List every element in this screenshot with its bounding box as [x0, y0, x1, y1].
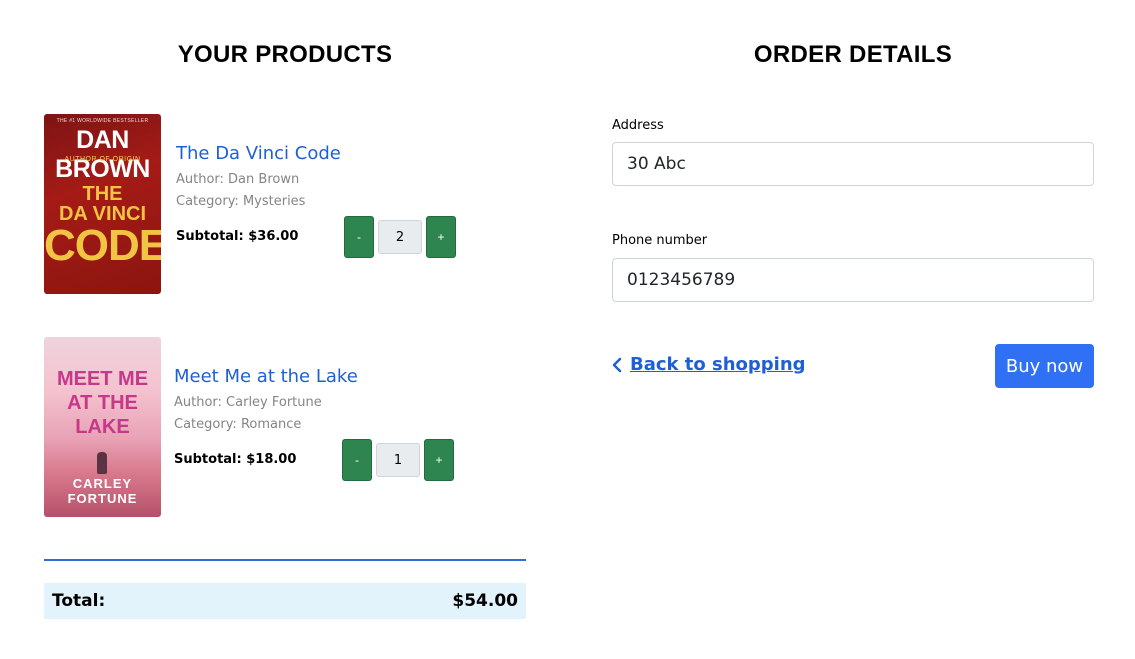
chevron-left-icon: [612, 357, 622, 372]
cover-author: DAN BROWN: [55, 126, 150, 183]
product-category: Category: Romance: [174, 417, 302, 432]
book-cover-image[interactable]: THE #1 WORLDWIDE BESTSELLER DAN BROWN AU…: [44, 114, 161, 294]
total-label: Total:: [52, 591, 106, 611]
back-link-label: Back to shopping: [630, 354, 806, 375]
total-divider: [44, 559, 526, 561]
increase-quantity-button[interactable]: +: [426, 216, 456, 258]
product-item: THE #1 WORLDWIDE BESTSELLER DAN BROWN AU…: [44, 114, 526, 296]
quantity-value: 1: [376, 443, 420, 477]
order-title: ORDER DETAILS: [753, 41, 953, 68]
product-subtotal: Subtotal: $18.00: [174, 452, 297, 467]
product-category: Category: Mysteries: [176, 194, 306, 209]
increase-quantity-button[interactable]: +: [424, 439, 454, 481]
product-author: Author: Carley Fortune: [174, 395, 322, 410]
book-cover-image[interactable]: MEET ME AT THE LAKE CARLEY FORTUNE: [44, 337, 161, 517]
product-author: Author: Dan Brown: [176, 172, 300, 187]
product-info: Meet Me at the Lake Author: Carley Fortu…: [174, 366, 514, 481]
phone-input[interactable]: 0123456789: [612, 258, 1094, 302]
quantity-stepper: - 2 +: [344, 216, 456, 258]
product-info: The Da Vinci Code Author: Dan Brown Cate…: [176, 143, 516, 258]
product-item: MEET ME AT THE LAKE CARLEY FORTUNE Meet …: [44, 337, 526, 519]
address-input[interactable]: 30 Abc: [612, 142, 1094, 186]
cover-subline: AUTHOR OF ORIGIN: [64, 156, 141, 163]
buy-now-button[interactable]: Buy now: [995, 344, 1094, 388]
decrease-quantity-button[interactable]: -: [342, 439, 372, 481]
cover-title: THE DA VINCI CODE: [44, 183, 161, 270]
address-label: Address: [612, 118, 664, 133]
products-title: YOUR PRODUCTS: [177, 41, 393, 68]
phone-label: Phone number: [612, 233, 708, 248]
cover-author: CARLEY FORTUNE: [67, 476, 138, 506]
total-row: Total: $54.00: [44, 583, 526, 619]
cover-title: MEET ME AT THE LAKE: [56, 368, 149, 438]
cover-tagline: THE #1 WORLDWIDE BESTSELLER: [56, 118, 149, 124]
back-to-shopping-link[interactable]: Back to shopping: [612, 354, 806, 375]
cover-figure-icon: [97, 452, 107, 474]
product-title-link[interactable]: Meet Me at the Lake: [174, 366, 514, 387]
product-subtotal: Subtotal: $36.00: [176, 229, 299, 244]
quantity-stepper: - 1 +: [342, 439, 454, 481]
product-title-link[interactable]: The Da Vinci Code: [176, 143, 516, 164]
quantity-value: 2: [378, 220, 422, 254]
decrease-quantity-button[interactable]: -: [344, 216, 374, 258]
total-value: $54.00: [452, 591, 518, 611]
